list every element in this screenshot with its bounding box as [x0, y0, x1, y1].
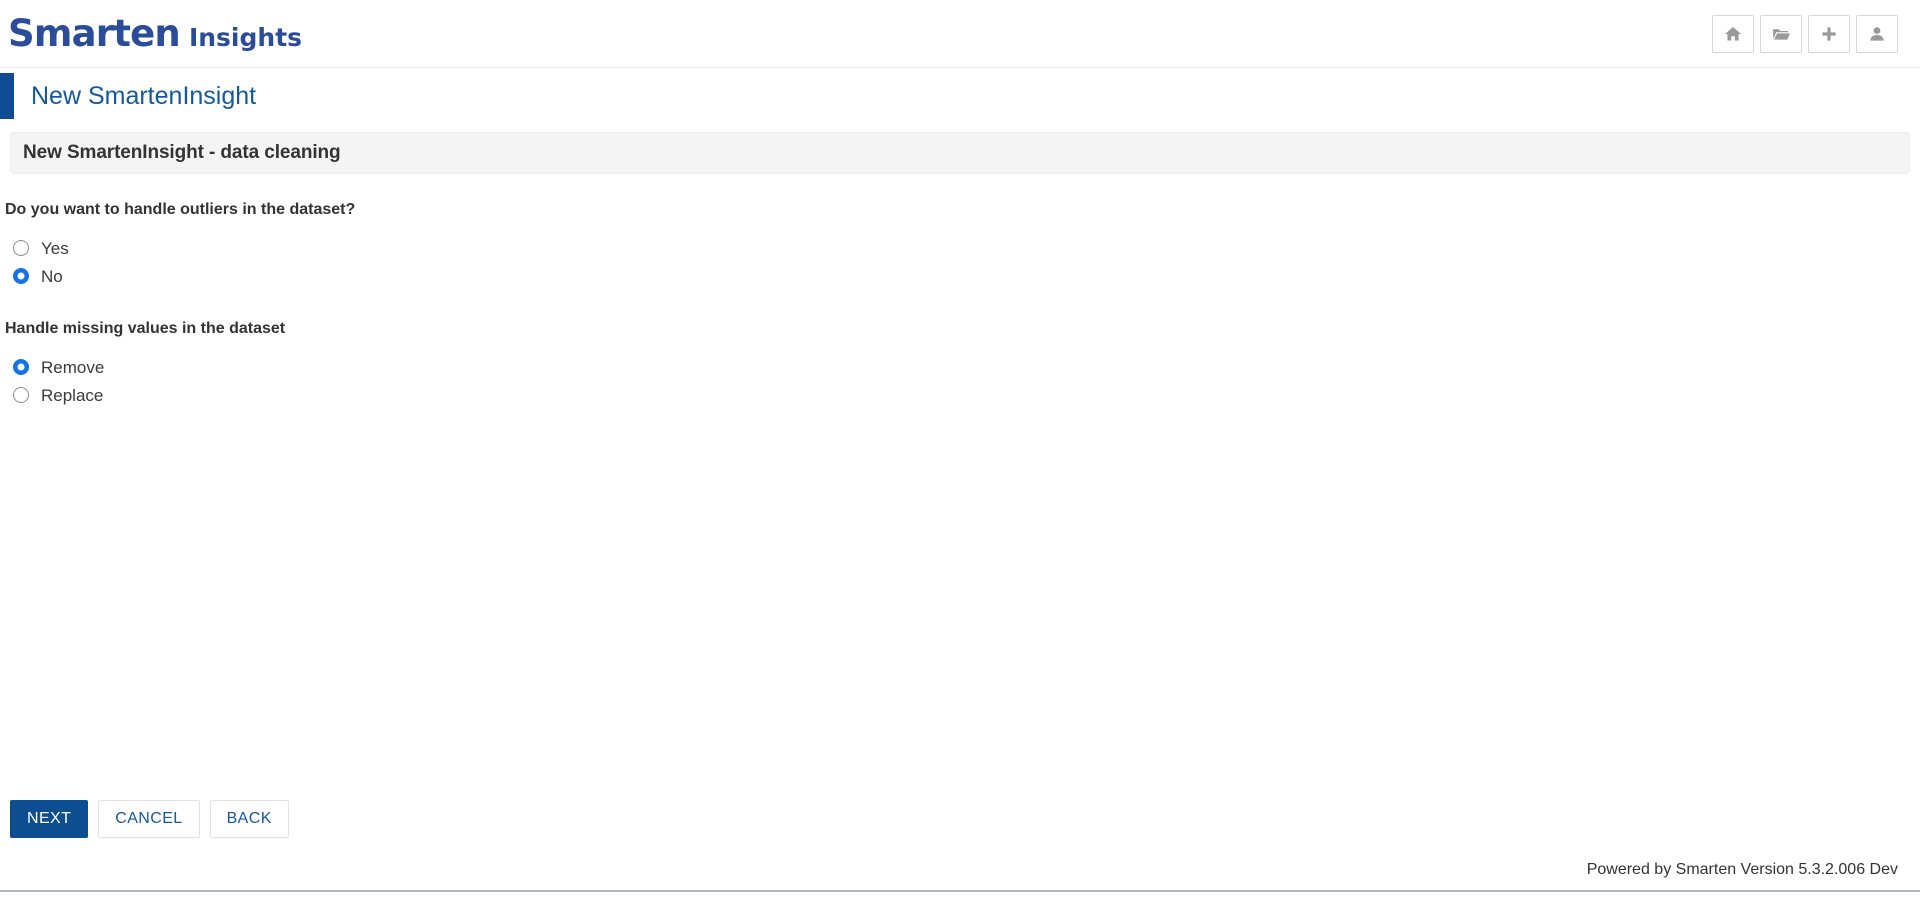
radio-label-remove: Remove: [41, 357, 105, 377]
next-button[interactable]: NEXT: [10, 800, 89, 838]
radio-option-outliers-yes[interactable]: Yes: [5, 235, 69, 261]
cancel-button[interactable]: CANCEL: [98, 800, 200, 838]
section-header-wrap: New SmartenInsight - data cleaning: [0, 132, 1920, 174]
title-accent-bar: [0, 73, 14, 119]
add-new-button[interactable]: [1808, 14, 1850, 53]
user-icon: [1867, 24, 1887, 44]
footer-divider: [0, 890, 1920, 892]
radio-option-missing-remove[interactable]: Remove: [5, 354, 104, 380]
radio-button-no[interactable]: [13, 268, 29, 285]
section-header-title: New SmartenInsight - data cleaning: [23, 142, 341, 163]
folder-open-icon: [1771, 24, 1791, 44]
radio-button-remove[interactable]: [13, 359, 29, 376]
plus-icon: [1819, 24, 1839, 44]
outliers-question-label: Do you want to handle outliers in the da…: [5, 201, 356, 218]
radio-button-replace[interactable]: [13, 387, 29, 404]
app-logo: Smarten Insights: [8, 15, 302, 52]
brand-name: Smarten: [8, 12, 181, 55]
brand-subtitle: Insights: [188, 23, 303, 52]
section-header: New SmartenInsight - data cleaning: [10, 132, 1910, 174]
page-footer: Powered by Smarten Version 5.3.2.006 Dev: [0, 855, 1920, 901]
page-title-bar: New SmartenInsight: [0, 68, 1920, 124]
top-bar: Smarten Insights: [0, 0, 1920, 68]
user-account-button[interactable]: [1856, 14, 1898, 53]
radio-option-outliers-no[interactable]: No: [5, 263, 63, 289]
radio-label-no: No: [41, 266, 63, 286]
back-button[interactable]: BACK: [209, 800, 289, 838]
outliers-field-group: Do you want to handle outliers in the da…: [5, 200, 1910, 289]
radio-button-yes[interactable]: [13, 240, 29, 257]
data-cleaning-form: Do you want to handle outliers in the da…: [0, 174, 1920, 408]
home-button[interactable]: [1712, 14, 1754, 53]
home-icon: [1723, 24, 1743, 44]
radio-option-missing-replace[interactable]: Replace: [5, 382, 103, 408]
page-title: New SmartenInsight: [31, 81, 257, 110]
form-action-buttons: NEXT CANCEL BACK: [10, 800, 289, 838]
field-group-spacer: [5, 301, 1910, 319]
radio-label-yes: Yes: [41, 238, 69, 258]
radio-label-replace: Replace: [41, 385, 104, 405]
toolbar-icons: [1712, 14, 1898, 53]
missing-values-question-label: Handle missing values in the dataset: [5, 320, 286, 338]
footer-version-text: Powered by Smarten Version 5.3.2.006 Dev: [1586, 861, 1898, 878]
missing-values-field-group: Handle missing values in the dataset Rem…: [5, 319, 1910, 408]
open-folder-button[interactable]: [1760, 14, 1802, 53]
